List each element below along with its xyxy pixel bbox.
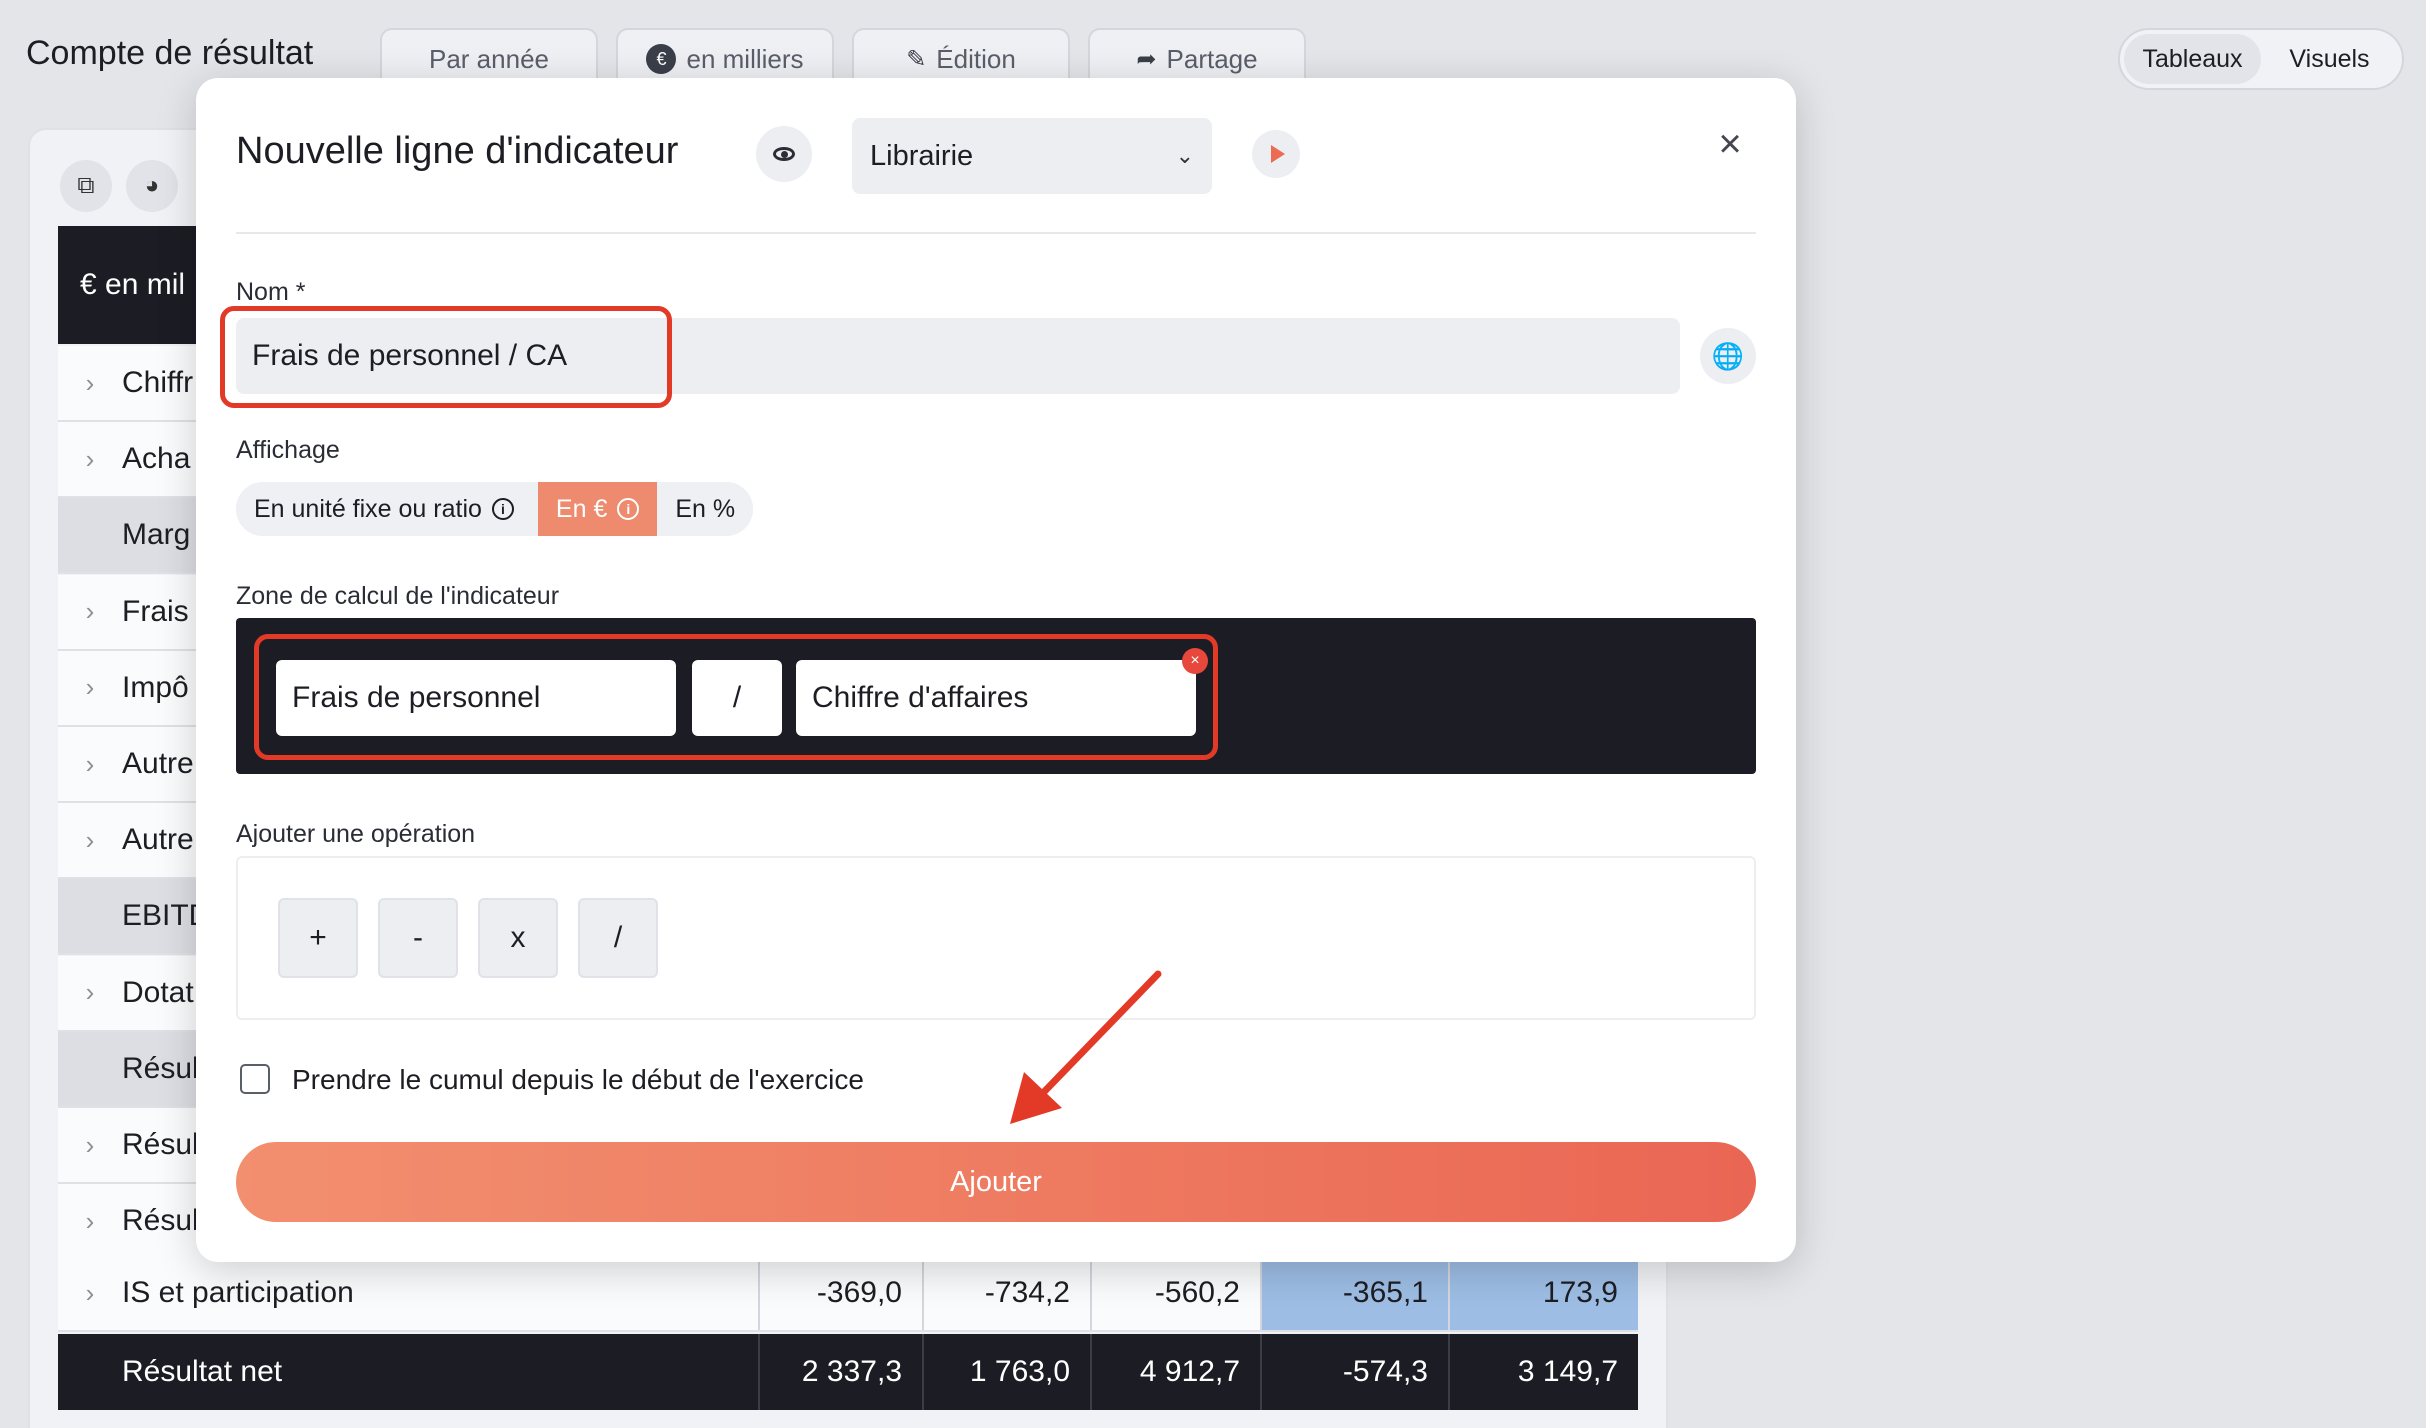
add-plus-button[interactable]: + [278, 898, 358, 978]
display-label: Affichage [236, 436, 340, 464]
row-label: Autre [122, 747, 194, 780]
new-indicator-dialog: Nouvelle ligne d'indicateur Librairie ⌄ … [196, 78, 1796, 1262]
display-options: En unité fixe ou ratio i En € i En % [236, 482, 754, 536]
table-cell: 4 912,7 [1090, 1334, 1260, 1410]
name-input[interactable]: Frais de personnel / CA [236, 318, 1680, 394]
table-cell: 2 337,3 [758, 1334, 922, 1410]
close-button[interactable]: × [1710, 124, 1750, 164]
cumulative-label[interactable]: Prendre le cumul depuis le début de l'ex… [292, 1064, 864, 1096]
row-label: Résultat net [122, 1355, 283, 1388]
add-button[interactable]: Ajouter [236, 1142, 1756, 1222]
calc-token-label: Frais de personnel [292, 681, 541, 714]
info-icon[interactable]: i [491, 498, 514, 520]
table-cell: -365,1 [1260, 1256, 1448, 1330]
row-label: Impô [122, 670, 189, 704]
row-label: Autre [122, 823, 194, 857]
eye-icon [773, 147, 795, 161]
chevron-right-icon[interactable]: › [58, 977, 122, 1008]
globe-icon: 🌐 [1711, 340, 1745, 371]
info-icon[interactable]: i [617, 498, 640, 520]
library-select-value: Librairie [870, 139, 974, 172]
thousands-label: en milliers [686, 43, 804, 74]
row-label: Acha [122, 442, 191, 476]
row-label: IS et participation [122, 1276, 354, 1309]
calc-token-label: Chiffre d'affaires [812, 681, 1029, 714]
display-option-fixed[interactable]: En unité fixe ou ratio i [236, 482, 532, 536]
edit-label: Édition [936, 43, 1016, 74]
add-operation-label: Ajouter une opération [236, 820, 476, 848]
remove-token-icon[interactable]: × [1182, 648, 1208, 674]
operations-area: + - x / [236, 856, 1756, 1020]
share-label: Partage [1166, 43, 1258, 74]
table-row-is: › IS et participation -369,0 -734,2 -560… [58, 1256, 1638, 1332]
display-option-label: En unité fixe ou ratio [254, 494, 482, 523]
row-label: Résul [122, 1204, 199, 1238]
page-title: Compte de résultat [26, 34, 314, 72]
tab-visuals[interactable]: Visuels [2261, 34, 2398, 84]
calc-token-label: / [732, 681, 742, 714]
name-label: Nom * [236, 278, 306, 306]
row-label: Dotat [122, 975, 194, 1009]
chevron-right-icon[interactable]: › [58, 672, 122, 703]
translate-button[interactable]: 🌐 [1700, 328, 1756, 384]
euro-coin-icon: € [646, 44, 677, 74]
table-cell: -369,0 [758, 1256, 922, 1330]
row-label: Marg [122, 518, 191, 552]
add-button-label: Ajouter [950, 1165, 1042, 1198]
calc-token-right[interactable]: Chiffre d'affaires [796, 660, 1196, 736]
table-cell: -574,3 [1260, 1334, 1448, 1410]
divider [236, 232, 1756, 234]
calc-zone-label: Zone de calcul de l'indicateur [236, 582, 560, 610]
chevron-right-icon[interactable]: › [58, 368, 122, 399]
chevron-right-icon[interactable]: › [58, 1130, 122, 1161]
add-divide-button[interactable]: / [578, 898, 658, 978]
preview-button[interactable] [756, 126, 812, 182]
close-icon: × [1718, 122, 1742, 166]
add-multiply-button[interactable]: x [478, 898, 558, 978]
palette-icon[interactable]: ◕ [126, 160, 178, 212]
table-cell: 1 763,0 [922, 1334, 1090, 1410]
name-input-value: Frais de personnel / CA [252, 339, 568, 372]
table-header-label: € en mil [80, 268, 186, 301]
table-cell: 173,9 [1448, 1256, 1638, 1330]
view-toggle: Tableaux Visuels [2118, 28, 2404, 90]
pencil-icon: ✎ [906, 45, 927, 73]
dialog-title: Nouvelle ligne d'indicateur [236, 130, 679, 172]
cumulative-checkbox[interactable] [240, 1064, 270, 1094]
chevron-right-icon[interactable]: › [58, 596, 122, 627]
play-icon [1271, 145, 1285, 163]
calc-token-operator[interactable]: / [692, 660, 782, 736]
chevron-right-icon[interactable]: › [58, 1206, 122, 1237]
by-year-label: Par année [429, 43, 549, 74]
play-button[interactable] [1252, 130, 1300, 178]
table-cell: -560,2 [1090, 1256, 1260, 1330]
display-option-percent[interactable]: En % [657, 482, 754, 536]
chevron-right-icon[interactable]: › [58, 444, 122, 475]
row-label: Résul [122, 1051, 199, 1085]
table-row-net: Résultat net 2 337,3 1 763,0 4 912,7 -57… [58, 1334, 1638, 1410]
chevron-right-icon[interactable]: › [58, 825, 122, 856]
table-cell: 3 149,7 [1448, 1334, 1638, 1410]
table-cell: -734,2 [922, 1256, 1090, 1330]
copy-icon[interactable]: ⧉ [60, 160, 112, 212]
calc-zone[interactable]: Frais de personnel / Chiffre d'affaires … [236, 618, 1756, 774]
display-option-label: En % [675, 494, 736, 523]
row-label: Frais [122, 594, 189, 628]
display-option-euro[interactable]: En € i [537, 482, 658, 536]
calc-token-left[interactable]: Frais de personnel [276, 660, 676, 736]
chevron-right-icon[interactable]: › [58, 1278, 122, 1309]
display-option-label: En € [555, 494, 608, 523]
chevron-right-icon[interactable]: › [58, 749, 122, 780]
share-arrow-icon: ➦ [1136, 45, 1157, 73]
row-label: Résul [122, 1128, 199, 1161]
row-label: Chiffr [122, 366, 194, 399]
chevron-down-icon: ⌄ [1175, 143, 1194, 168]
add-minus-button[interactable]: - [378, 898, 458, 978]
tab-tables[interactable]: Tableaux [2124, 34, 2261, 84]
library-select[interactable]: Librairie ⌄ [852, 118, 1212, 194]
